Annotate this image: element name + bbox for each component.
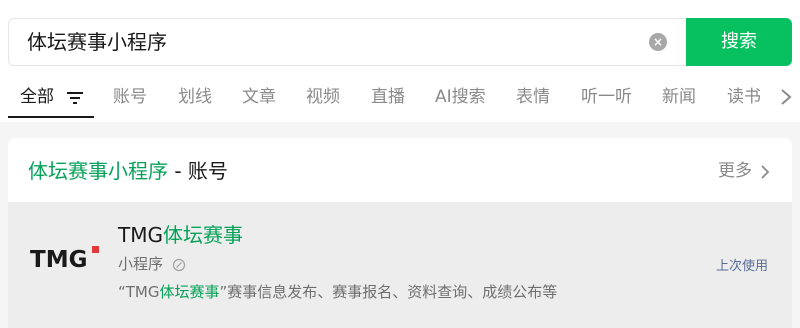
account-description: “TMG体坛赛事”赛事信息发布、赛事报名、资料查询、成绩公布等: [118, 282, 557, 302]
tab-highlights[interactable]: 划线: [178, 86, 212, 108]
clear-icon[interactable]: ×: [649, 33, 667, 51]
tab-articles[interactable]: 文章: [242, 86, 276, 108]
tab-ai-search[interactable]: AI搜索: [435, 86, 486, 108]
tab-stickers[interactable]: 表情: [516, 86, 550, 108]
top-bar: 体坛赛事小程序 × 搜索 全部 账号 划线 文章 视频 直播 AI搜索 表情 听…: [0, 0, 800, 122]
search-button[interactable]: 搜索: [686, 18, 792, 66]
account-name-prefix: TMG: [118, 223, 163, 247]
tab-news[interactable]: 新闻: [662, 86, 696, 108]
desc-highlight: 体坛赛事: [159, 283, 220, 301]
verified-icon: [172, 258, 186, 272]
account-results-card: 体坛赛事小程序 - 账号 更多 TMG TMG体坛赛事 小程序 “TMG体坛赛事…: [8, 138, 792, 328]
more-link[interactable]: 更多: [718, 160, 752, 182]
desc-rest: ”赛事信息发布、赛事报名、资料查询、成绩公布等: [219, 283, 558, 301]
account-name[interactable]: TMG体坛赛事: [118, 222, 243, 248]
chevron-right-icon[interactable]: [760, 164, 770, 180]
account-type: 小程序: [118, 255, 164, 273]
search-box[interactable]: 体坛赛事小程序 ×: [8, 18, 688, 66]
section-title-suffix: - 账号: [168, 159, 228, 183]
svg-text:TMG: TMG: [30, 247, 87, 270]
tab-books[interactable]: 读书: [727, 86, 761, 108]
tab-videos[interactable]: 视频: [306, 86, 340, 108]
section-title: 体坛赛事小程序 - 账号: [28, 158, 228, 184]
section-header: 体坛赛事小程序 - 账号 更多: [8, 138, 792, 202]
tab-listen[interactable]: 听一听: [581, 86, 632, 108]
active-tab-indicator: [8, 116, 94, 118]
tab-all[interactable]: 全部: [20, 86, 54, 108]
chevron-right-icon[interactable]: [776, 86, 796, 108]
filter-icon[interactable]: [66, 90, 84, 106]
tmg-logo: TMG: [30, 246, 99, 270]
tab-live[interactable]: 直播: [371, 86, 405, 108]
tab-bar: 全部 账号 划线 文章 视频 直播 AI搜索 表情 听一听 新闻 读书: [0, 78, 800, 118]
desc-open: “TMG: [118, 283, 160, 301]
account-result-row[interactable]: TMG TMG体坛赛事 小程序 “TMG体坛赛事”赛事信息发布、赛事报名、资料查…: [8, 202, 792, 328]
account-name-highlight: 体坛赛事: [162, 223, 243, 247]
last-used-label: 上次使用: [716, 259, 769, 274]
tab-accounts[interactable]: 账号: [113, 86, 147, 108]
search-input[interactable]: 体坛赛事小程序: [27, 29, 167, 55]
section-title-highlight: 体坛赛事小程序: [28, 159, 168, 183]
